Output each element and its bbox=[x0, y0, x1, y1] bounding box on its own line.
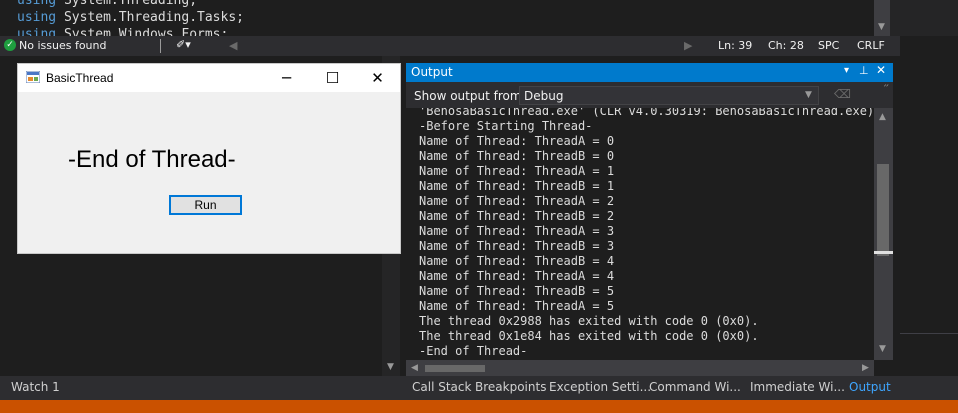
editor-scrollbar[interactable]: ▼ bbox=[874, 0, 890, 36]
code-editor[interactable]: using System.Threading; using System.Thr… bbox=[0, 0, 890, 36]
maximize-icon[interactable]: ☐ bbox=[310, 64, 355, 92]
scroll-down-icon[interactable]: ▼ bbox=[878, 22, 885, 32]
scroll-up-icon[interactable]: ▲ bbox=[879, 112, 886, 122]
check-icon: ✓ bbox=[4, 39, 16, 51]
line-ending[interactable]: CRLF bbox=[857, 39, 885, 52]
output-line: Name of Thread: ThreadB = 5 bbox=[419, 284, 615, 298]
code-cleanup-icon[interactable]: ✐▾ bbox=[176, 38, 191, 51]
output-line: Name of Thread: ThreadB = 2 bbox=[419, 209, 615, 223]
close-icon[interactable]: ✕ bbox=[355, 64, 400, 92]
show-output-label: Show output from: bbox=[414, 89, 526, 103]
scroll-down-icon[interactable]: ▼ bbox=[387, 362, 394, 372]
output-line: Name of Thread: ThreadA = 5 bbox=[419, 299, 615, 313]
output-source-dropdown[interactable]: Debug ▼ bbox=[519, 86, 819, 105]
output-line: Name of Thread: ThreadB = 3 bbox=[419, 239, 615, 253]
code-line: using System.Windows.Forms; bbox=[17, 27, 229, 36]
tab-exception-settings[interactable]: Exception Setti... bbox=[549, 380, 651, 394]
output-horizontal-scroll-thumb[interactable] bbox=[425, 365, 485, 372]
scroll-right-icon[interactable]: ▶ bbox=[684, 39, 692, 52]
scroll-right-icon[interactable]: ▶ bbox=[862, 363, 869, 373]
editor-status-bar: ✓ No issues found ✐▾ ◀ ▶ Ln: 39 Ch: 28 S… bbox=[0, 36, 900, 56]
clear-all-icon[interactable]: ⌫ bbox=[834, 87, 851, 101]
issues-status[interactable]: No issues found bbox=[19, 39, 106, 52]
thread-status-label: -End of Thread- bbox=[68, 146, 236, 173]
form-title-bar[interactable]: BasicThread ─ ☐ ✕ bbox=[18, 64, 400, 92]
output-line: Name of Thread: ThreadA = 2 bbox=[419, 194, 615, 208]
output-line: -End of Thread- bbox=[419, 344, 528, 358]
minimize-icon[interactable]: ─ bbox=[264, 64, 309, 92]
scroll-left-icon[interactable]: ◀ bbox=[229, 39, 237, 52]
divider bbox=[900, 333, 958, 334]
form-title: BasicThread bbox=[46, 71, 114, 85]
window-position-icon[interactable]: ▾ bbox=[844, 65, 849, 76]
output-title: Output bbox=[411, 65, 453, 79]
output-line: The thread 0x1e84 has exited with code 0… bbox=[419, 329, 759, 343]
output-line: Name of Thread: ThreadA = 4 bbox=[419, 269, 615, 283]
column-number[interactable]: Ch: 28 bbox=[768, 39, 804, 52]
tab-immediate-window[interactable]: Immediate Wi... bbox=[750, 380, 845, 394]
output-line: Name of Thread: ThreadA = 3 bbox=[419, 224, 615, 238]
output-line: Name of Thread: ThreadB = 4 bbox=[419, 254, 615, 268]
right-side-panel bbox=[900, 56, 958, 376]
output-line: The thread 0x2988 has exited with code 0… bbox=[419, 314, 759, 328]
output-source-value: Debug bbox=[524, 89, 564, 103]
tab-output[interactable]: Output bbox=[849, 380, 891, 394]
output-vertical-scroll-thumb[interactable] bbox=[877, 164, 889, 256]
output-line: Name of Thread: ThreadA = 1 bbox=[419, 164, 615, 178]
editor-gutter bbox=[0, 0, 14, 36]
tool-window-tabs: Watch 1 Call Stack Breakpoints Exception… bbox=[0, 376, 958, 400]
output-text-area[interactable]: 'BenosaBasicThread.exe' (CLR v4.0.30319:… bbox=[406, 108, 874, 360]
output-line: 'BenosaBasicThread.exe' (CLR v4.0.30319:… bbox=[419, 108, 874, 118]
tab-command-window[interactable]: Command Wi... bbox=[649, 380, 741, 394]
spacing-mode[interactable]: SPC bbox=[818, 39, 839, 52]
code-line: using System.Threading; bbox=[17, 0, 198, 8]
output-title-bar[interactable]: Output ▾ ⊥ ✕ bbox=[406, 63, 893, 82]
output-line: Name of Thread: ThreadB = 0 bbox=[419, 149, 615, 163]
chevron-down-icon[interactable]: ▼ bbox=[805, 90, 812, 100]
scroll-left-icon[interactable]: ◀ bbox=[411, 363, 418, 373]
tab-call-stack[interactable]: Call Stack bbox=[412, 380, 471, 394]
overflow-icon[interactable]: ״ bbox=[883, 82, 889, 93]
tab-watch[interactable]: Watch 1 bbox=[11, 380, 60, 394]
output-line: Name of Thread: ThreadB = 1 bbox=[419, 179, 615, 193]
tab-breakpoints[interactable]: Breakpoints bbox=[475, 380, 546, 394]
right-panel bbox=[890, 0, 958, 36]
output-line: -Before Starting Thread- bbox=[419, 119, 593, 133]
divider bbox=[160, 39, 161, 53]
scroll-down-icon[interactable]: ▼ bbox=[879, 344, 886, 354]
output-line: Name of Thread: ThreadA = 0 bbox=[419, 134, 615, 148]
close-panel-icon[interactable]: ✕ bbox=[876, 63, 886, 77]
ide-status-bar bbox=[0, 400, 958, 413]
pin-icon[interactable]: ⊥ bbox=[859, 64, 869, 77]
run-button[interactable]: Run bbox=[169, 195, 242, 215]
output-toolbar: Show output from: Debug ▼ ⌫ ״ bbox=[406, 82, 893, 108]
form-window[interactable]: BasicThread ─ ☐ ✕ -End of Thread- Run bbox=[17, 63, 401, 254]
code-line: using System.Threading.Tasks; bbox=[17, 10, 244, 25]
line-number[interactable]: Ln: 39 bbox=[718, 39, 752, 52]
app-icon bbox=[25, 70, 41, 84]
scroll-position-marker bbox=[874, 251, 893, 254]
